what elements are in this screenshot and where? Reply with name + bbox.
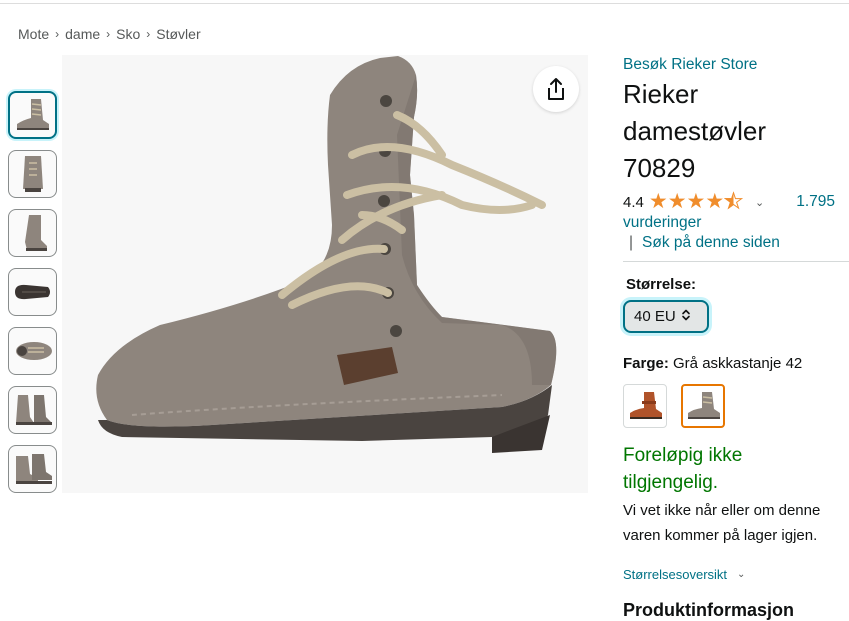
- thumbnail-5[interactable]: [8, 327, 57, 375]
- product-title-line-2: damestøvler: [623, 116, 767, 146]
- divider: [623, 261, 849, 262]
- color-swatches: [623, 384, 849, 428]
- boot-sole-thumbnail-image: [14, 284, 50, 300]
- breadcrumb-sko[interactable]: Sko: [116, 26, 140, 42]
- thumbnail-1[interactable]: [8, 91, 57, 139]
- chevron-down-icon[interactable]: ⌄: [755, 196, 764, 209]
- size-selected-value: 40 EU: [634, 308, 676, 325]
- up-down-chevron-icon: [681, 309, 691, 324]
- thumbnail-7[interactable]: [8, 445, 57, 493]
- star-icon: ★: [648, 190, 668, 213]
- availability-note-line-1: Vi vet ikke når eller om denne: [623, 502, 821, 519]
- grey-boot-swatch-image: [688, 392, 720, 419]
- product-title-line-1: Rieker: [623, 79, 699, 109]
- star-icon: ★: [686, 190, 706, 213]
- rating-row: 4.4 ★ ★ ★ ★ ★ ⌄ 1.795: [623, 191, 849, 213]
- availability-note: Vi vet ikke når eller om denne varen kom…: [623, 498, 849, 548]
- thumbnail-strip: [8, 91, 58, 504]
- availability-line-1: Foreløpig ikke: [623, 445, 743, 466]
- size-chart-row[interactable]: Størrelsesoversikt ⌄: [623, 567, 849, 582]
- color-row: Farge: Grå askkastanje 42: [623, 355, 849, 372]
- boot-back-thumbnail-image: [22, 156, 43, 192]
- reviews-link[interactable]: vurderinger: [623, 214, 849, 232]
- brown-boot-swatch-image: [630, 392, 662, 419]
- breadcrumb-dame[interactable]: dame: [65, 26, 100, 42]
- share-icon: [548, 78, 564, 100]
- availability-note-line-2: varen kommer på lager igjen.: [623, 527, 818, 544]
- availability-status: Foreløpig ikke tilgjengelig.: [623, 442, 849, 496]
- availability-line-2: tilgjengelig.: [623, 472, 719, 493]
- star-icon: ★: [667, 190, 687, 213]
- thumbnail-6[interactable]: [8, 386, 57, 434]
- boot-thumbnail-image: [16, 99, 49, 130]
- half-star-icon: ★: [724, 190, 744, 213]
- product-info-heading: Produktinformasjon: [623, 600, 795, 620]
- search-page-row: | Søk på denne siden: [623, 234, 849, 252]
- thumbnail-3[interactable]: [8, 209, 57, 257]
- breadcrumb-stovler[interactable]: Støvler: [156, 26, 200, 42]
- star-icon: ★: [705, 190, 725, 213]
- color-value: Grå askkastanje 42: [673, 355, 803, 372]
- rating-count-link[interactable]: 1.795: [796, 193, 835, 211]
- share-button[interactable]: [533, 66, 579, 112]
- color-label: Farge:: [623, 355, 669, 372]
- main-product-image[interactable]: [62, 55, 588, 493]
- size-dropdown[interactable]: 40 EU: [623, 300, 709, 333]
- color-swatch-grey[interactable]: [681, 384, 725, 428]
- size-label: Størrelse:: [626, 276, 697, 293]
- thumbnail-2[interactable]: [8, 150, 57, 198]
- chevron-down-icon: ⌄: [737, 569, 746, 580]
- boot-top-thumbnail-image: [15, 342, 52, 360]
- breadcrumb-mote[interactable]: Mote: [18, 26, 49, 42]
- store-link[interactable]: Besøk Rieker Store: [623, 56, 849, 74]
- boot-inner-thumbnail-image: [24, 215, 47, 251]
- boot-image: [96, 56, 557, 453]
- product-details: Besøk Rieker Store Rieker damestøvler 70…: [623, 56, 849, 582]
- product-title: Rieker damestøvler 70829: [623, 76, 849, 187]
- boot-pair-side-thumbnail-image: [15, 454, 52, 484]
- boot-pair-thumbnail-image: [15, 395, 52, 425]
- breadcrumb-separator: ›: [106, 27, 111, 41]
- breadcrumb-separator: ›: [146, 27, 151, 41]
- search-page-link[interactable]: Søk på denne siden: [642, 234, 780, 252]
- thumbnail-4[interactable]: [8, 268, 57, 316]
- color-swatch-brown[interactable]: [623, 384, 667, 428]
- breadcrumb-separator: ›: [55, 27, 60, 41]
- top-border: [0, 0, 849, 4]
- product-title-line-3: 70829: [623, 153, 696, 183]
- breadcrumb: Mote › dame › Sko › Støvler: [18, 26, 201, 42]
- separator: |: [629, 234, 634, 251]
- star-rating[interactable]: ★ ★ ★ ★ ★: [648, 190, 744, 213]
- size-chart-link[interactable]: Størrelsesoversikt: [623, 567, 727, 582]
- rating-value: 4.4: [623, 193, 644, 211]
